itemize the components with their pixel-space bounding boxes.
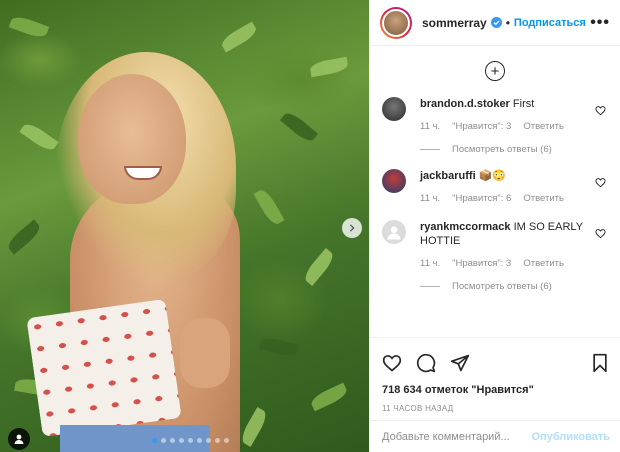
comment-like-heart-icon[interactable] bbox=[595, 228, 606, 239]
comment-meta: 11 ч. "Нравится": 3 Ответить bbox=[420, 121, 592, 132]
load-more-comments: + bbox=[370, 47, 620, 97]
save-bookmark-icon[interactable] bbox=[590, 353, 610, 373]
follow-button[interactable]: Подписаться bbox=[514, 17, 586, 29]
post-side-panel: sommerray • Подписаться ••• + brandon.d.… bbox=[369, 0, 620, 452]
comment-text: 📦😳 bbox=[478, 170, 507, 182]
comment-username[interactable]: jackbaruffi bbox=[420, 170, 476, 182]
comment-username[interactable]: brandon.d.stoker bbox=[420, 98, 510, 110]
view-replies-button[interactable]: Посмотреть ответы (6) bbox=[420, 281, 592, 292]
tagged-users-button[interactable] bbox=[8, 428, 30, 450]
foliage bbox=[219, 21, 259, 53]
carousel-dot bbox=[215, 438, 220, 443]
publish-button[interactable]: Опубликовать bbox=[531, 431, 610, 443]
reply-button[interactable]: Ответить bbox=[523, 193, 564, 204]
comment-meta: 11 ч. "Нравится": 3 Ответить bbox=[420, 258, 592, 269]
carousel-dot bbox=[152, 438, 157, 443]
post-header: sommerray • Подписаться ••• bbox=[370, 0, 620, 46]
comment-time[interactable]: 11 ч. bbox=[420, 193, 440, 204]
author-username[interactable]: sommerray bbox=[422, 16, 487, 30]
comment-time[interactable]: 11 ч. bbox=[420, 121, 440, 132]
more-options-icon[interactable]: ••• bbox=[590, 14, 610, 32]
comment-like-count[interactable]: "Нравится": 6 bbox=[452, 193, 511, 204]
like-heart-icon[interactable] bbox=[382, 353, 402, 373]
comment-item: jackbaruffi 📦😳 11 ч. "Нравится": 6 Ответ… bbox=[370, 169, 620, 204]
author-avatar[interactable] bbox=[380, 6, 412, 39]
user-icon bbox=[14, 434, 24, 444]
foliage bbox=[4, 219, 44, 255]
patterned-top bbox=[26, 298, 182, 438]
comment-time[interactable]: 11 ч. bbox=[420, 258, 440, 269]
share-paper-plane-icon[interactable] bbox=[450, 353, 470, 373]
comment-avatar[interactable] bbox=[382, 97, 406, 121]
comment-username[interactable]: ryankmccormack bbox=[420, 221, 511, 233]
comment-like-count[interactable]: "Нравится": 3 bbox=[452, 258, 511, 269]
view-replies-button[interactable]: Посмотреть ответы (6) bbox=[420, 144, 592, 155]
foliage bbox=[253, 187, 285, 227]
foliage bbox=[8, 13, 50, 41]
foliage bbox=[279, 109, 319, 145]
carousel-indicator bbox=[152, 438, 229, 443]
comment-avatar[interactable] bbox=[382, 169, 406, 193]
comment-like-count[interactable]: "Нравится": 3 bbox=[452, 121, 511, 132]
carousel-next-button[interactable] bbox=[342, 218, 362, 238]
chevron-right-icon bbox=[349, 224, 355, 232]
post-timestamp[interactable]: 11 ЧАСОВ НАЗАД bbox=[382, 404, 610, 413]
reply-button[interactable]: Ответить bbox=[523, 258, 564, 269]
verified-badge-icon bbox=[490, 17, 502, 28]
comments-list[interactable]: + brandon.d.stoker First 11 ч. "Нравится… bbox=[370, 47, 620, 337]
comment-input[interactable] bbox=[382, 430, 532, 443]
add-comment-bar: Опубликовать bbox=[370, 420, 620, 452]
plus-circle-icon[interactable]: + bbox=[485, 61, 505, 81]
comment-like-heart-icon[interactable] bbox=[595, 105, 606, 116]
carousel-dot bbox=[179, 438, 184, 443]
person-arm bbox=[180, 318, 230, 388]
comment-item: brandon.d.stoker First 11 ч. "Нравится":… bbox=[370, 97, 620, 155]
comment-meta: 11 ч. "Нравится": 6 Ответить bbox=[420, 193, 592, 204]
carousel-dot bbox=[206, 438, 211, 443]
post-photo[interactable] bbox=[0, 0, 369, 452]
carousel-dot bbox=[197, 438, 202, 443]
reply-button[interactable]: Ответить bbox=[523, 121, 564, 132]
like-count[interactable]: 718 634 отметок "Нравится" bbox=[382, 384, 610, 396]
carousel-dot bbox=[170, 438, 175, 443]
header-separator: • bbox=[505, 15, 510, 30]
carousel-dot bbox=[224, 438, 229, 443]
comment-avatar-placeholder[interactable] bbox=[382, 220, 406, 244]
comment-like-heart-icon[interactable] bbox=[595, 177, 606, 188]
carousel-dot bbox=[188, 438, 193, 443]
carousel-dot bbox=[161, 438, 166, 443]
foliage bbox=[238, 407, 270, 447]
comment-bubble-icon[interactable] bbox=[416, 353, 436, 373]
person-face bbox=[78, 74, 186, 204]
default-user-icon bbox=[387, 226, 401, 240]
foliage bbox=[301, 247, 337, 287]
foliage bbox=[258, 335, 300, 359]
comment-text: First bbox=[512, 98, 535, 110]
foliage bbox=[309, 56, 349, 78]
post-actions: 718 634 отметок "Нравится" 11 ЧАСОВ НАЗА… bbox=[370, 337, 620, 413]
foliage bbox=[19, 120, 59, 154]
comment-item: ryankmccormack IM SO EARLY HOTTIE 11 ч. … bbox=[370, 220, 620, 292]
foliage bbox=[308, 382, 350, 412]
